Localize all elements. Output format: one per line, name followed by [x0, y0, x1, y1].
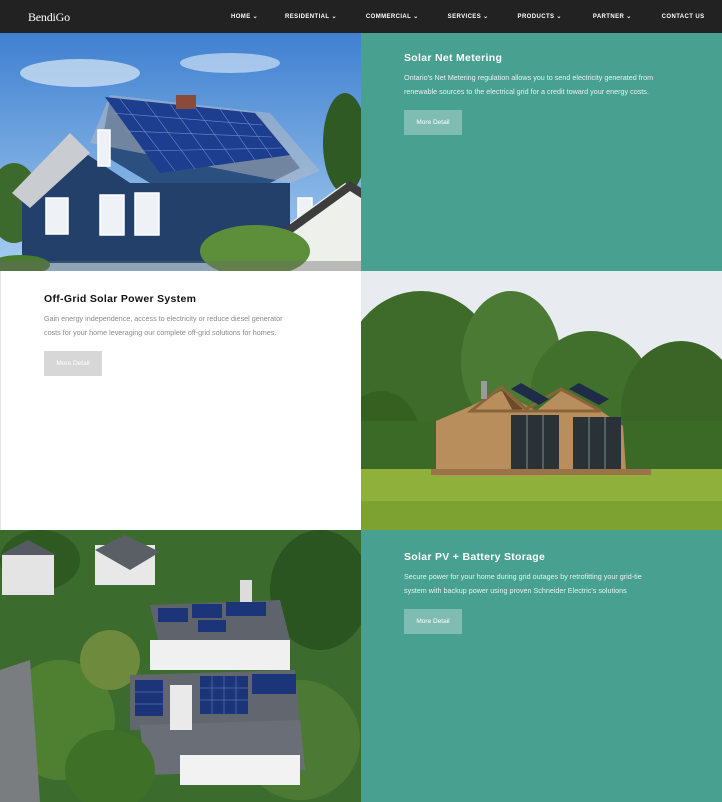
chevron-down-icon: ⌄ [413, 13, 419, 20]
menu-item-contact-us[interactable]: CONTACT US [662, 14, 705, 20]
menu-item-services[interactable]: SERVICES ⌄ [448, 14, 489, 20]
menu-item-label: PARTNER [592, 13, 625, 20]
blue-house-solar-image [0, 33, 361, 271]
menu-item-label: HOME [231, 13, 251, 20]
section-off-grid: Off-Grid Solar Power System Gain energy … [0, 271, 722, 530]
main-menu: HOME ⌄ RESIDENTIAL ⌄ COMMERCIAL ⌄ SERVICES ⌄… [231, 0, 705, 33]
chevron-down-icon: ⌄ [483, 13, 489, 20]
menu-item-label: COMMERCIAL [365, 13, 412, 20]
menu-item-label: PRODUCTS [517, 13, 555, 20]
off-grid-panel: Off-Grid Solar Power System Gain energy … [0, 271, 361, 530]
menu-item-partner[interactable]: PARTNER ⌄ [593, 14, 632, 20]
pv-battery-content: Solar PV + Battery Storage Secure power … [404, 551, 659, 634]
menu-item-commercial[interactable]: COMMERCIAL ⌄ [366, 14, 419, 20]
section-description: Gain energy independence, access to elec… [44, 314, 283, 337]
aerial-house-image [0, 530, 361, 802]
menu-item-home[interactable]: HOME ⌄ [231, 14, 258, 20]
chevron-down-icon: ⌄ [626, 13, 632, 20]
menu-item-residential[interactable]: RESIDENTIAL ⌄ [285, 14, 337, 20]
net-metering-panel: Solar Net Metering Ontario's Net Meterin… [361, 33, 722, 271]
section-solar-net-metering: Solar Net Metering Ontario's Net Meterin… [0, 33, 722, 271]
section-description: Secure power for your home during grid o… [404, 572, 642, 595]
menu-item-label: CONTACT US [661, 13, 705, 20]
section-solar-pv-battery: Solar PV + Battery Storage Secure power … [0, 530, 722, 802]
section-description: Ontario's Net Metering regulation allows… [404, 73, 654, 96]
net-metering-content: Solar Net Metering Ontario's Net Meterin… [404, 52, 659, 135]
chevron-down-icon: ⌄ [331, 13, 337, 20]
pv-battery-panel: Solar PV + Battery Storage Secure power … [361, 530, 722, 802]
section-title: Solar PV + Battery Storage [404, 551, 546, 563]
more-detail-button[interactable]: More Detail [404, 110, 462, 135]
bendigo-logo[interactable]: BendiGo [28, 9, 70, 25]
off-grid-cabin-image [361, 271, 722, 530]
section-title: Solar Net Metering [404, 52, 503, 64]
menu-item-label: SERVICES [447, 13, 482, 20]
menu-item-products[interactable]: PRODUCTS ⌄ [518, 14, 562, 20]
logo-text: BendiGo [28, 9, 70, 24]
off-grid-content: Off-Grid Solar Power System Gain energy … [44, 293, 289, 376]
top-navigation-bar: BendiGo HOME ⌄ RESIDENTIAL ⌄ COMMERCIAL ⌄ S… [0, 0, 722, 33]
chevron-down-icon: ⌄ [556, 13, 562, 20]
section-title: Off-Grid Solar Power System [44, 293, 197, 305]
more-detail-button[interactable]: More Detail [404, 609, 462, 634]
menu-item-label: RESIDENTIAL [285, 13, 330, 20]
more-detail-button[interactable]: More Detail [44, 351, 102, 376]
chevron-down-icon: ⌄ [252, 13, 259, 20]
